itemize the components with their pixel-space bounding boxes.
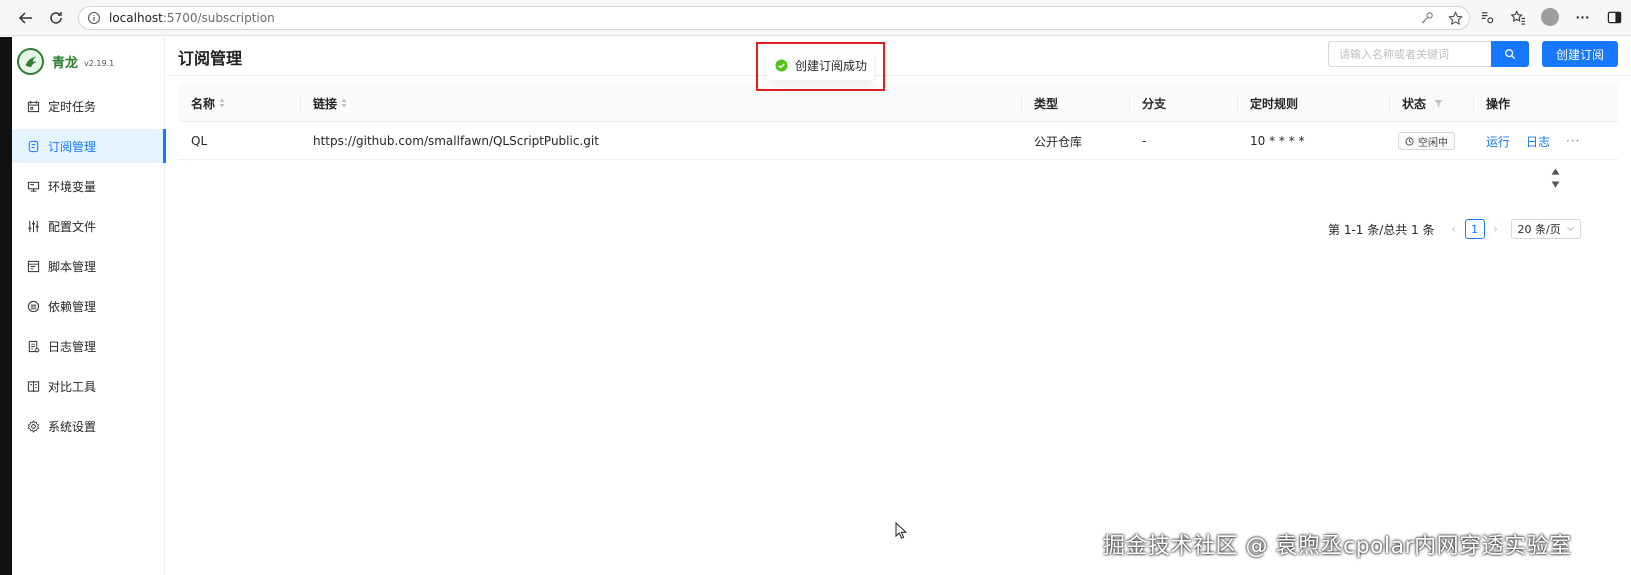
cell-branch: - (1142, 134, 1147, 148)
scroll-down-icon[interactable] (1551, 181, 1560, 188)
scroll-up-icon[interactable] (1551, 168, 1560, 175)
page-number-current[interactable]: 1 (1464, 219, 1485, 239)
create-subscription-button[interactable]: 创建订阅 (1542, 41, 1618, 67)
subscription-table: 名称 链接 类型 分支 定时规则 状态 操作 QL https://github… (178, 84, 1618, 239)
sidebar-item-scripts[interactable]: 脚本管理 (12, 249, 165, 283)
log-icon (26, 339, 40, 353)
sidebar: 青龙 v2.19.1 定时任务 订阅管理 环境变量 配置文件 脚本管理 依赖管理 (12, 37, 166, 575)
table-row[interactable]: QL https://github.com/smallfawn/QLScript… (178, 122, 1618, 160)
file-code-icon (26, 259, 40, 273)
key-icon[interactable] (1419, 10, 1435, 26)
sidebar-item-label: 订阅管理 (48, 139, 97, 154)
column-status-header[interactable]: 状态 (1402, 84, 1443, 122)
watermark-text: 掘金技术社区 @ 袁煦丞cpolar内网穿透实验室 (1103, 534, 1572, 559)
sidebar-item-env[interactable]: 环境变量 (12, 169, 165, 203)
sliders-icon (26, 219, 40, 233)
column-actions-header: 操作 (1486, 96, 1511, 111)
sidebar-item-label: 系统设置 (48, 419, 97, 434)
sidebar-item-label: 依赖管理 (48, 299, 97, 314)
toast-message: 创建订阅成功 (795, 58, 868, 73)
address-bar[interactable]: localhost:5700/subscription (78, 6, 1470, 30)
sidebar-item-settings[interactable]: 系统设置 (12, 409, 165, 443)
sort-icon[interactable] (341, 98, 347, 108)
sort-icon[interactable] (219, 98, 225, 108)
star-icon[interactable] (1447, 10, 1463, 26)
pagination: 第 1-1 条/总共 1 条 ‹ 1 › 20 条/页 (1328, 219, 1581, 239)
sidebar-item-deps[interactable]: 依赖管理 (12, 289, 165, 323)
page-size-select[interactable]: 20 条/页 (1510, 219, 1581, 239)
back-icon[interactable] (16, 8, 36, 28)
column-type-header: 类型 (1034, 96, 1059, 111)
sidebar-item-label: 对比工具 (48, 379, 97, 394)
column-branch-header: 分支 (1142, 96, 1167, 111)
sidebar-menu: 定时任务 订阅管理 环境变量 配置文件 脚本管理 依赖管理 日志管理 对比工具 (12, 89, 166, 449)
mouse-cursor-icon (895, 522, 907, 539)
qinglong-logo-icon (17, 48, 44, 75)
sidebar-item-logs[interactable]: 日志管理 (12, 329, 165, 363)
url-text[interactable]: localhost:5700/subscription (109, 11, 275, 25)
version-label: v2.19.1 (84, 58, 115, 68)
sidebar-item-label: 脚本管理 (48, 259, 97, 274)
search-button[interactable] (1491, 41, 1529, 67)
diff-icon (26, 379, 40, 393)
run-button[interactable]: 运行 (1486, 133, 1510, 150)
monitor-icon (26, 179, 40, 193)
package-icon (26, 299, 40, 313)
table-scrollbar[interactable] (1551, 168, 1560, 188)
favorites-icon[interactable] (1509, 8, 1527, 26)
more-menu-icon[interactable] (1573, 8, 1591, 26)
sidebar-item-label: 定时任务 (48, 99, 97, 114)
prev-page-icon[interactable]: ‹ (1447, 219, 1461, 239)
cell-actions: 运行 日志 ··· (1486, 122, 1580, 160)
calendar-icon (26, 99, 40, 113)
cell-type: 公开仓库 (1034, 134, 1083, 149)
highlight-frame: 创建订阅成功 (756, 42, 885, 91)
sidebar-toggle-icon[interactable] (1605, 8, 1623, 26)
main-content: 订阅管理 创建订阅 名称 链接 类型 分支 定时规则 状态 (166, 37, 1631, 575)
check-circle-icon (775, 58, 788, 72)
brand-name: 青龙 (52, 56, 79, 71)
sidebar-item-diff[interactable]: 对比工具 (12, 369, 165, 403)
page-title: 订阅管理 (178, 49, 243, 68)
column-link-header[interactable]: 链接 (313, 84, 347, 122)
window-edge (0, 37, 12, 575)
sidebar-item-subscription[interactable]: 订阅管理 (12, 129, 166, 163)
success-toast: 创建订阅成功 (767, 50, 874, 80)
cell-name: QL (191, 134, 208, 148)
browser-toolbar: localhost:5700/subscription (0, 0, 1631, 36)
more-actions-button[interactable]: ··· (1566, 134, 1580, 148)
cell-status: 空闲中 (1398, 122, 1455, 160)
refresh-icon[interactable] (46, 8, 66, 28)
next-page-icon[interactable]: › (1489, 219, 1503, 239)
reading-mode-icon[interactable] (1477, 8, 1495, 26)
sidebar-item-config[interactable]: 配置文件 (12, 209, 165, 243)
table-header: 名称 链接 类型 分支 定时规则 状态 操作 (178, 84, 1618, 122)
sidebar-item-label: 环境变量 (48, 179, 97, 194)
cell-link: https://github.com/smallfawn/QLScriptPub… (313, 134, 599, 148)
chevron-down-icon (1566, 224, 1575, 233)
sidebar-item-cron[interactable]: 定时任务 (12, 89, 165, 123)
pagination-total: 第 1-1 条/总共 1 条 (1328, 222, 1435, 237)
sidebar-item-label: 日志管理 (48, 339, 97, 354)
filter-icon[interactable] (1434, 99, 1443, 108)
profile-avatar[interactable] (1541, 8, 1559, 26)
log-button[interactable]: 日志 (1526, 133, 1550, 150)
clock-icon (1405, 136, 1414, 146)
column-name-header[interactable]: 名称 (191, 84, 225, 122)
gear-icon (26, 419, 40, 433)
subscribe-icon (26, 139, 40, 153)
status-badge: 空闲中 (1398, 132, 1455, 150)
brand[interactable]: 青龙 v2.19.1 (17, 48, 114, 75)
search-icon (1505, 49, 1516, 60)
column-schedule-header: 定时规则 (1250, 96, 1299, 111)
header-divider (166, 75, 1631, 76)
info-icon[interactable] (87, 11, 101, 25)
sidebar-item-label: 配置文件 (48, 219, 97, 234)
cell-schedule: 10 * * * * (1250, 134, 1305, 148)
search-input[interactable] (1328, 41, 1491, 67)
